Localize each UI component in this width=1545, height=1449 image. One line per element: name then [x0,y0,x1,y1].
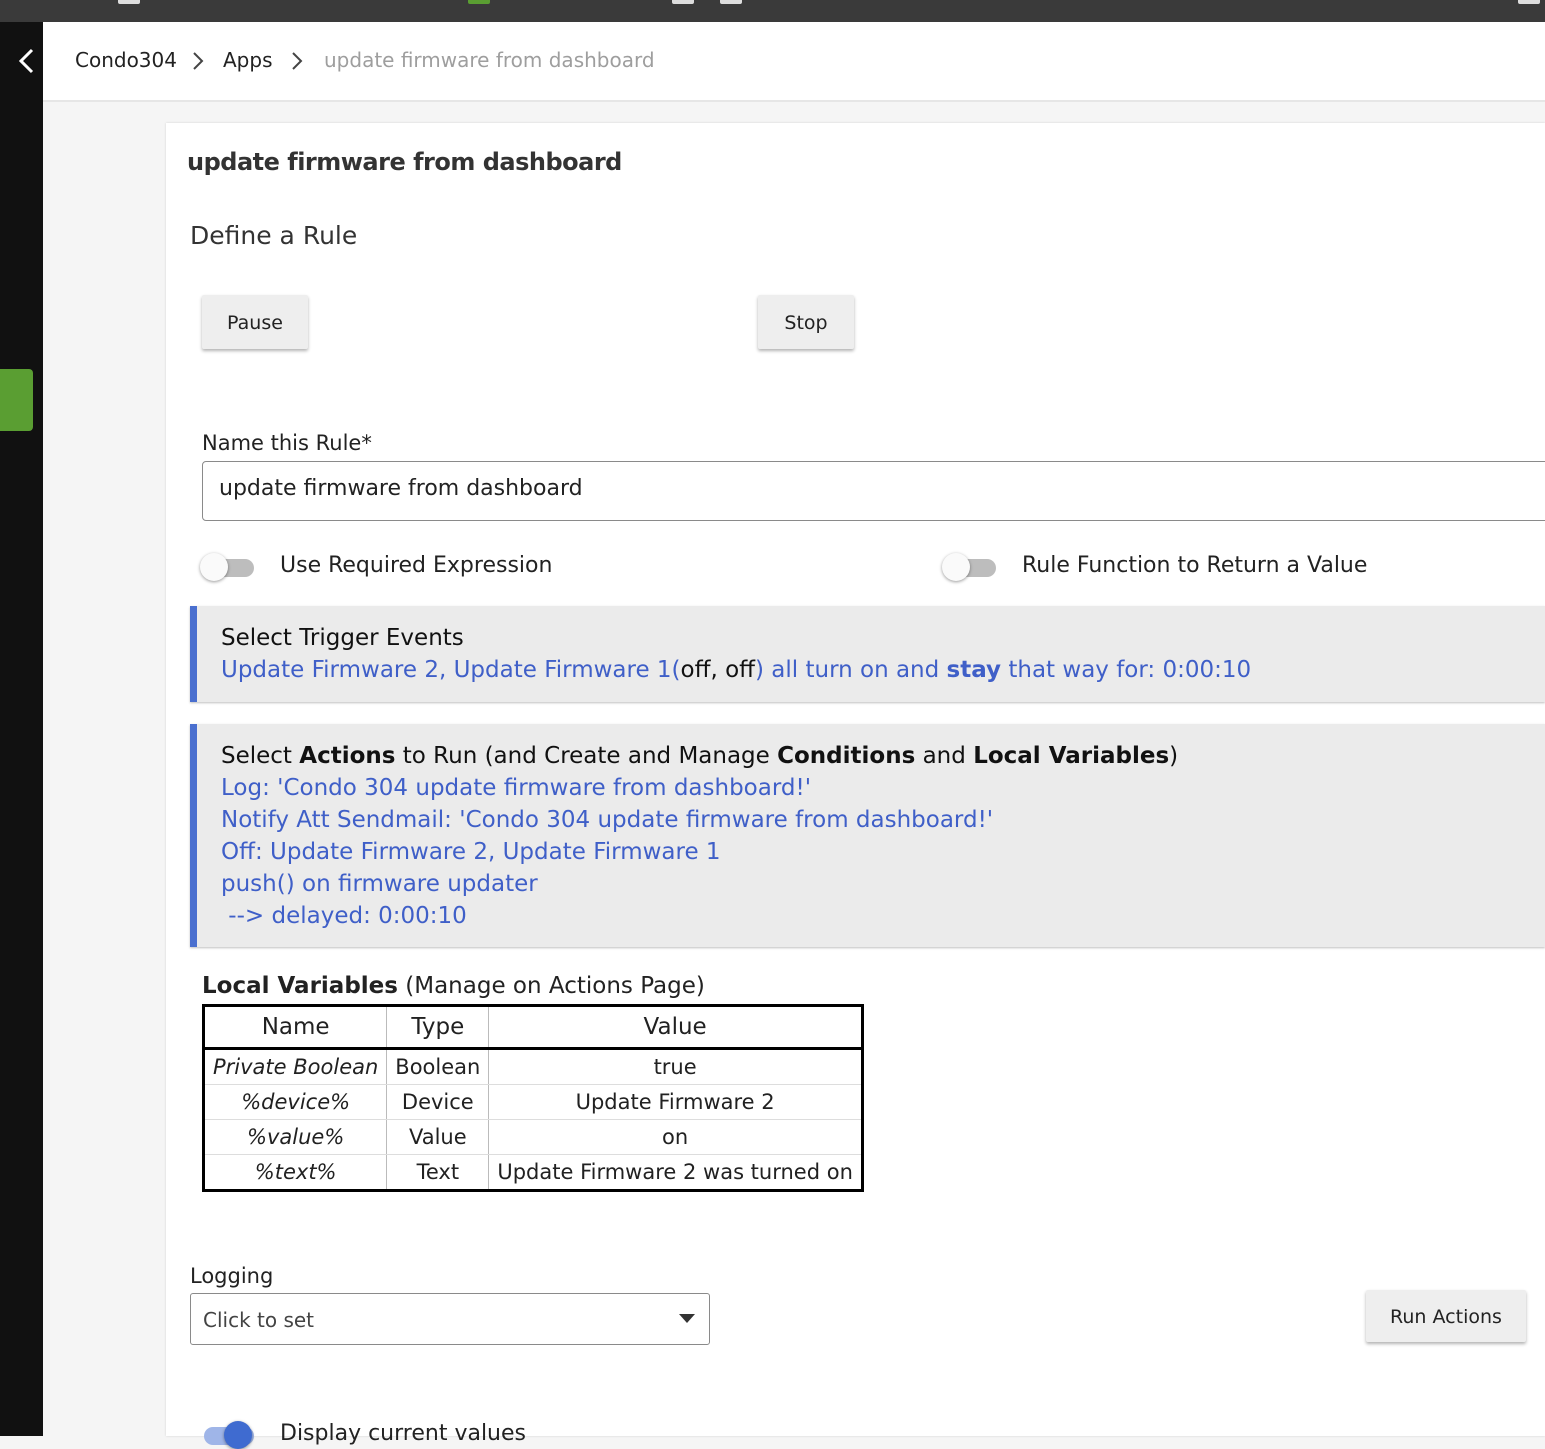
variable-value: Update Firmware 2 [488,1084,863,1120]
variable-type: Boolean [386,1048,490,1085]
local-variables-table: Name Type Value Private Boolean Boolean … [202,1004,864,1192]
dropdown-caret-icon [679,1314,695,1323]
actions-heading-text: ) [1169,743,1179,769]
sidebar [0,22,43,1436]
trigger-events-summary[interactable]: Update Firmware 2, Update Firmware 1(off… [221,657,1251,683]
variable-value: on [488,1119,863,1155]
column-header: Type [386,1005,490,1050]
action-item: Notify Att Sendmail: 'Condo 304 update f… [221,807,994,833]
breadcrumb-hub[interactable]: Condo304 [75,48,177,72]
local-variables-title: Local Variables (Manage on Actions Page) [202,973,705,999]
table-header-row: Name Type Value [203,1005,863,1050]
required-expression-label: Use Required Expression [280,553,553,578]
page-subtitle: Define a Rule [190,221,358,250]
name-field-label: Name this Rule* [202,431,372,455]
display-values-label: Display current values [280,1421,526,1446]
variable-value: Update Firmware 2 was turned on [488,1154,863,1191]
browser-icon [468,0,490,4]
rule-function-toggle[interactable] [942,551,998,581]
table-row: %value% Value on [203,1119,863,1155]
actions-heading-bold: Local Variables [973,743,1170,769]
toggle-knob [942,553,970,581]
sidebar-active-indicator[interactable] [0,369,33,431]
browser-icon [672,0,694,4]
variable-value: true [488,1048,863,1085]
variable-name: %text% [203,1154,388,1191]
actions-heading-text: to Run (and Create and Manage [395,743,778,769]
run-actions-button[interactable]: Run Actions [1366,1290,1526,1342]
breadcrumb: Condo304 Apps update firmware from dashb… [43,22,1545,102]
actions-heading[interactable]: Select Actions to Run (and Create and Ma… [221,743,1178,769]
chevron-right-icon [193,52,204,70]
display-values-toggle[interactable] [200,1419,256,1449]
actions-heading-text: and [915,743,974,769]
toggle-knob [224,1421,252,1449]
table-row: Private Boolean Boolean true [203,1048,863,1085]
variable-name: %device% [203,1084,388,1120]
action-item: Off: Update Firmware 2, Update Firmware … [221,839,721,865]
variable-type: Value [386,1119,490,1155]
app-card: update firmware from dashboard Define a … [166,123,1545,1449]
rule-name-input[interactable] [219,476,1519,501]
logging-select[interactable]: Click to set [190,1293,710,1345]
back-arrow-icon[interactable] [14,46,40,76]
action-item: push() on firmware updater [221,871,538,897]
browser-top-strip [0,0,1545,22]
variable-type: Device [386,1084,490,1120]
browser-icon [118,0,140,4]
variable-name: %value% [203,1119,388,1155]
trigger-condition: ) all turn on and [755,657,947,683]
trigger-separator: , [710,657,726,683]
toggle-knob [200,553,228,581]
breadcrumb-current: update firmware from dashboard [324,48,655,72]
actions-heading-bold: Actions [299,743,396,769]
action-item: Log: 'Condo 304 update firmware from das… [221,775,812,801]
table-row: %text% Text Update Firmware 2 was turned… [203,1154,863,1191]
action-item: --> delayed: 0:00:10 [221,903,467,929]
column-header: Value [488,1005,863,1050]
logging-label: Logging [190,1264,274,1288]
table-row: %device% Device Update Firmware 2 [203,1084,863,1120]
chevron-right-icon [292,52,303,70]
actions-section[interactable]: Select Actions to Run (and Create and Ma… [190,724,1545,947]
actions-heading-bold: Conditions [777,743,916,769]
column-header: Name [203,1005,388,1050]
variable-type: Text [386,1154,490,1191]
local-variables-title-bold: Local Variables [202,973,398,999]
trigger-state: off [680,657,711,683]
trigger-events-section[interactable]: Select Trigger Events Update Firmware 2,… [190,606,1545,702]
variable-name: Private Boolean [203,1048,388,1085]
rule-function-label: Rule Function to Return a Value [1022,553,1368,578]
actions-heading-text: Select [221,743,300,769]
pause-button[interactable]: Pause [202,295,308,349]
page-title: update firmware from dashboard [187,148,622,176]
trigger-devices: Update Firmware 2, Update Firmware 1( [221,657,681,683]
rule-name-field[interactable] [202,461,1545,521]
logging-select-value: Click to set [203,1308,315,1332]
trigger-state: off [725,657,755,683]
trigger-duration: that way for: 0:00:10 [1001,657,1252,683]
stop-button[interactable]: Stop [758,295,854,349]
browser-icon [720,0,742,4]
breadcrumb-apps[interactable]: Apps [223,48,273,72]
local-variables-title-note: (Manage on Actions Page) [397,973,705,999]
required-expression-toggle[interactable] [200,551,256,581]
browser-icon [1518,0,1540,4]
trigger-stay-keyword: stay [946,657,1002,683]
trigger-events-heading[interactable]: Select Trigger Events [221,625,464,651]
